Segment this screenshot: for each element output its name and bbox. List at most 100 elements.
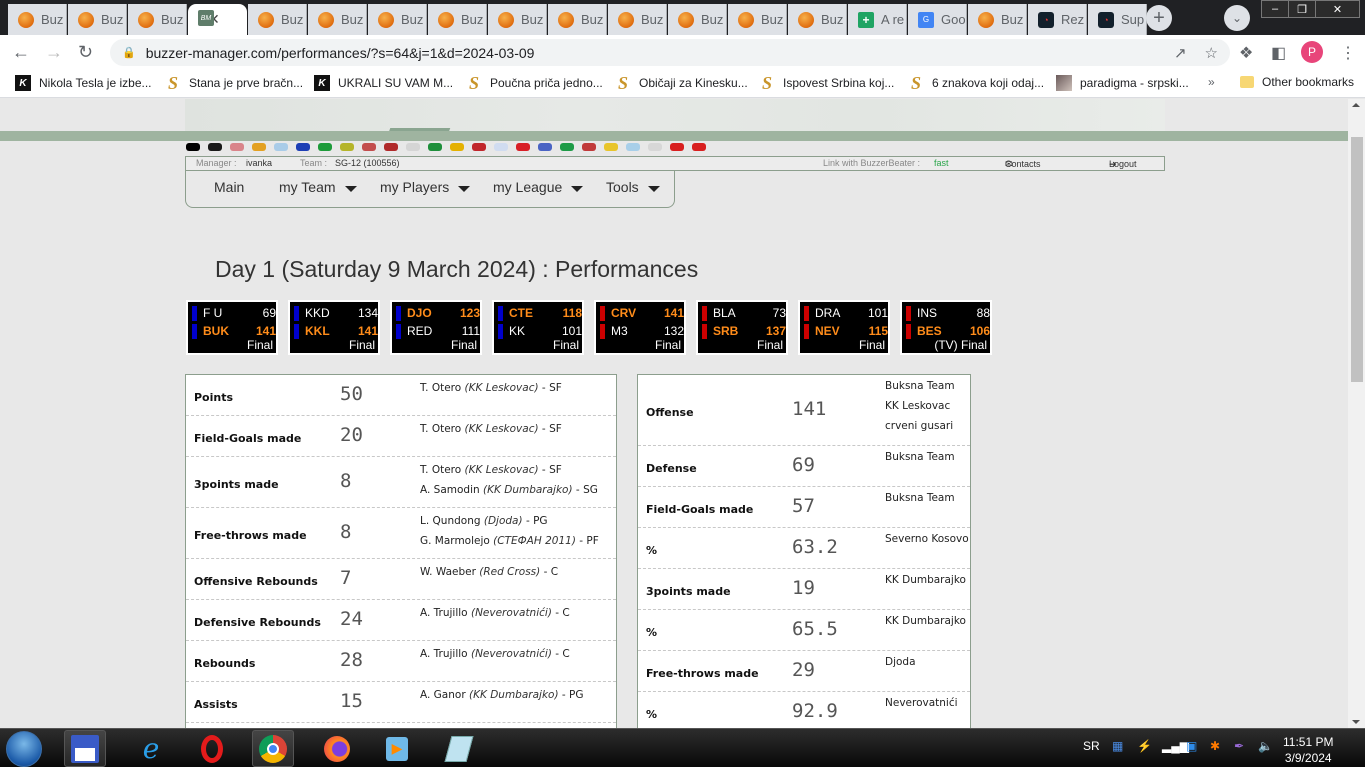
browser-tab[interactable]: Buz: [8, 4, 67, 35]
system-clock[interactable]: 11:51 PM 3/9/2024: [1283, 734, 1333, 766]
language-flag-icon[interactable]: [450, 143, 464, 151]
browser-tab[interactable]: Buz: [608, 4, 667, 35]
bookmark-item[interactable]: S Ispovest Srbina koj...: [759, 73, 894, 93]
game-score-box[interactable]: INS 88 BES 106 (TV) Final: [900, 300, 992, 355]
team-name[interactable]: (KK Leskovac): [465, 382, 539, 394]
browser-tab[interactable]: Buz: [488, 4, 547, 35]
start-button[interactable]: [6, 731, 42, 767]
opera-icon[interactable]: [191, 730, 233, 767]
more-bookmarks-button[interactable]: »: [1208, 75, 1215, 89]
bookmark-item[interactable]: S 6 znakova koji odaj...: [908, 73, 1044, 93]
team-name[interactable]: KK Dumbarajko: [885, 611, 966, 631]
widgets-icon[interactable]: ▦: [1112, 739, 1123, 753]
browser-tab[interactable]: Buz: [788, 4, 847, 35]
language-flag-icon[interactable]: [274, 143, 288, 151]
team-name[interactable]: (KK Leskovac): [465, 423, 539, 435]
share-icon[interactable]: ↗: [1174, 44, 1187, 62]
bookmark-item[interactable]: S Običaji za Kinesku...: [615, 73, 748, 93]
page-scrollbar[interactable]: [1348, 99, 1365, 728]
holder-line[interactable]: T. Otero (KK Leskovac) - SF: [420, 460, 598, 480]
reload-button[interactable]: ↻: [78, 42, 93, 63]
outlook-icon[interactable]: ▣: [1186, 739, 1197, 753]
holder-line[interactable]: T. Otero (KK Leskovac) - SF: [420, 378, 562, 398]
team-name[interactable]: (KK Dumbarajko): [483, 484, 573, 496]
game-score-box[interactable]: F U 69 BUK 141 Final: [186, 300, 278, 355]
team-name[interactable]: (Neverovatnići): [471, 607, 552, 619]
browser-tab[interactable]: Buz: [248, 4, 307, 35]
close-window-button[interactable]: ✕: [1315, 0, 1360, 18]
browser-tab[interactable]: ◔ Rez: [1028, 4, 1087, 35]
language-flag-icon[interactable]: [604, 143, 618, 151]
menu-item-tools[interactable]: Tools: [606, 179, 660, 195]
language-flag-icon[interactable]: [230, 143, 244, 151]
language-flag-icon[interactable]: [186, 143, 200, 151]
language-flag-icon[interactable]: [582, 143, 596, 151]
holder-line[interactable]: A. Trujillo (Neverovatnići) - C: [420, 644, 570, 664]
profile-avatar[interactable]: P: [1301, 41, 1323, 63]
address-bar[interactable]: 🔒 buzzer-manager.com/performances/?s=64&…: [110, 39, 1230, 66]
player-name[interactable]: T. Otero: [420, 423, 461, 435]
game-score-box[interactable]: DRA 101 NEV 115 Final: [798, 300, 890, 355]
game-score-box[interactable]: CRV 141 M3 132 Final: [594, 300, 686, 355]
firefox-icon[interactable]: [316, 730, 358, 767]
player-name[interactable]: A. Trujillo: [420, 607, 468, 619]
forward-button[interactable]: →: [45, 42, 63, 63]
team-name[interactable]: Severno Kosovo: [885, 529, 969, 549]
team-name[interactable]: (Red Cross): [479, 566, 540, 578]
team-name[interactable]: Neverovatnići: [885, 693, 958, 713]
menu-item-my-players[interactable]: my Players: [380, 179, 471, 195]
chrome-icon[interactable]: [252, 730, 294, 767]
language-flag-icon[interactable]: [560, 143, 574, 151]
browser-tab[interactable]: Buz: [68, 4, 127, 35]
back-button[interactable]: ←: [12, 42, 30, 63]
bookmark-star-icon[interactable]: ☆: [1205, 44, 1218, 62]
bookmark-item[interactable]: paradigma - srpski...: [1056, 75, 1189, 91]
language-flag-icon[interactable]: [208, 143, 222, 151]
browser-tab[interactable]: Buz: [308, 4, 367, 35]
team-name[interactable]: KK Leskovac: [885, 396, 955, 416]
internet-explorer-icon[interactable]: e: [130, 730, 172, 767]
language-flag-icon[interactable]: [318, 143, 332, 151]
language-flag-icon[interactable]: [406, 143, 420, 151]
player-name[interactable]: G. Marmolejo: [420, 535, 490, 547]
browser-tab[interactable]: Buz: [668, 4, 727, 35]
language-flag-icon[interactable]: [362, 143, 376, 151]
browser-tab[interactable]: Buz: [968, 4, 1027, 35]
menu-item-my-league[interactable]: my League: [493, 179, 584, 195]
team-name[interactable]: (СТЕФАН 2011): [493, 535, 576, 547]
team-name[interactable]: Buksna Team: [885, 376, 955, 396]
language-indicator[interactable]: SR: [1083, 739, 1100, 753]
menu-kebab-icon[interactable]: ⋮: [1340, 43, 1356, 63]
side-panel-icon[interactable]: ◧: [1271, 43, 1286, 63]
browser-tab[interactable]: + A re: [848, 4, 907, 35]
browser-tab[interactable]: Buz: [368, 4, 427, 35]
browser-tab[interactable]: Buz: [728, 4, 787, 35]
menu-item-my-team[interactable]: my Team: [279, 179, 357, 195]
new-tab-button[interactable]: +: [1146, 5, 1172, 31]
floppy-app-icon[interactable]: [64, 730, 106, 767]
feather-icon[interactable]: ✒: [1234, 739, 1244, 753]
team-name[interactable]: (KK Dumbarajko): [469, 689, 559, 701]
holder-line[interactable]: L. Qundong (Djoda) - PG: [420, 511, 599, 531]
other-bookmarks-folder[interactable]: Other bookmarks: [1240, 75, 1354, 89]
team-name[interactable]: Buksna Team: [885, 488, 955, 508]
browser-tab[interactable]: Buz: [428, 4, 487, 35]
notepad-icon[interactable]: [438, 730, 480, 767]
language-flag-icon[interactable]: [384, 143, 398, 151]
holder-line[interactable]: A. Samodin (KK Dumbarajko) - SG: [420, 480, 598, 500]
bookmark-item[interactable]: S Poučna priča jedno...: [466, 73, 603, 93]
url-text[interactable]: buzzer-manager.com/performances/?s=64&j=…: [146, 45, 535, 61]
player-name[interactable]: A. Samodin: [420, 484, 480, 496]
language-flag-icon[interactable]: [516, 143, 530, 151]
holder-line[interactable]: G. Marmolejo (СТЕФАН 2011) - PF: [420, 531, 599, 551]
language-flag-icon[interactable]: [538, 143, 552, 151]
language-flag-icon[interactable]: [494, 143, 508, 151]
bookmark-item[interactable]: K Nikola Tesla je izbe...: [15, 75, 152, 91]
browser-tab[interactable]: Buz: [128, 4, 187, 35]
browser-tab[interactable]: Buz: [548, 4, 607, 35]
game-score-box[interactable]: CTE 118 KK 101 Final: [492, 300, 584, 355]
team-name[interactable]: KK Dumbarajko: [885, 570, 966, 590]
minimize-button[interactable]: –: [1261, 0, 1289, 18]
team-name[interactable]: Djoda: [885, 652, 916, 672]
language-flag-icon[interactable]: [648, 143, 662, 151]
